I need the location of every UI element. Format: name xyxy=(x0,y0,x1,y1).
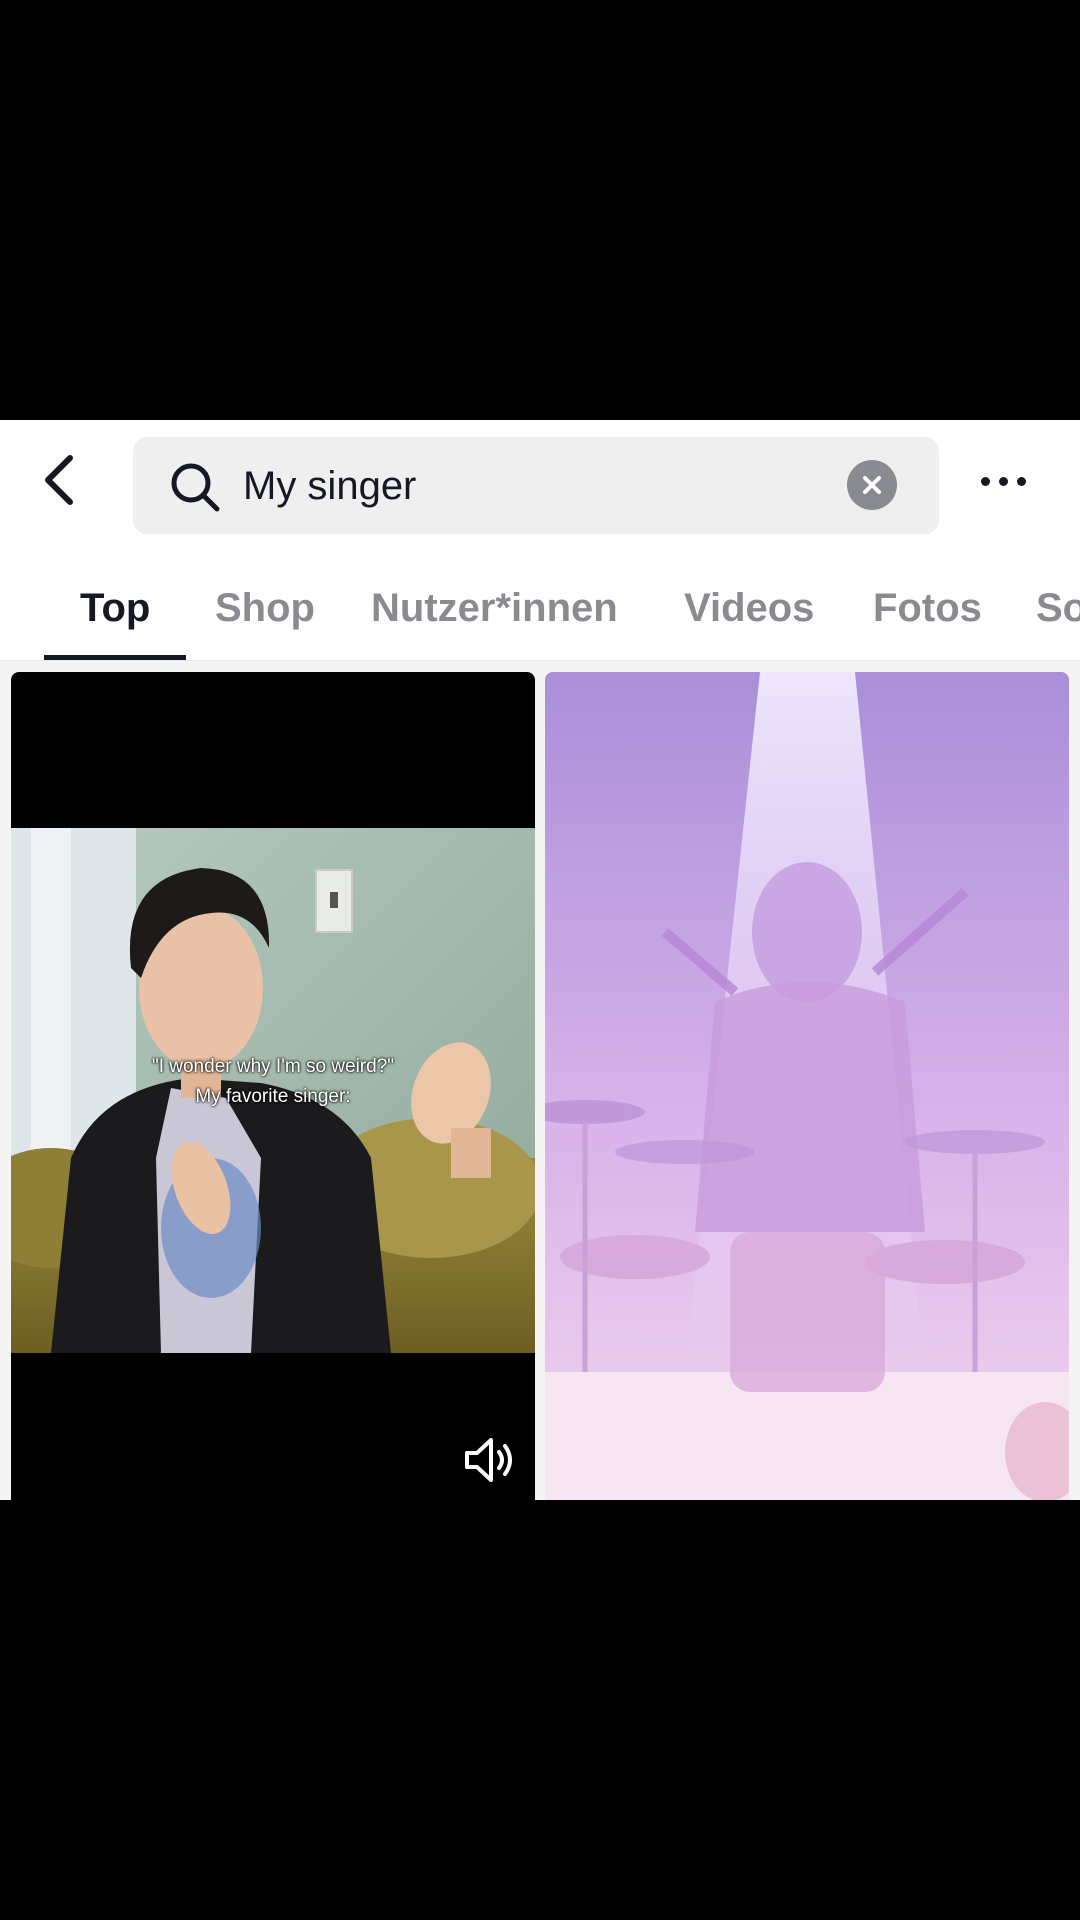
search-results-screen: My singer Top Shop Nutzer*innen Videos F… xyxy=(0,420,1080,1500)
video-result-card[interactable]: "I wonder why I'm so weird?" My favorite… xyxy=(11,672,535,1500)
tab-photos[interactable]: Fotos xyxy=(873,545,982,665)
tab-more-partial[interactable]: So xyxy=(1036,545,1080,665)
close-icon xyxy=(863,476,881,494)
search-icon xyxy=(171,463,220,512)
concert-stage-image xyxy=(545,672,1069,1500)
caption-line-2: My favorite singer: xyxy=(195,1086,351,1107)
clear-search-button[interactable] xyxy=(847,460,897,510)
results-grid: "I wonder why I'm so weird?" My favorite… xyxy=(0,661,1080,1500)
tab-shop[interactable]: Shop xyxy=(215,545,315,665)
video-result-card[interactable] xyxy=(545,672,1069,1500)
search-header: My singer xyxy=(0,420,1080,545)
caption-line-1: "I wonder why I'm so weird?" xyxy=(151,1056,395,1077)
more-horizontal-icon xyxy=(980,476,990,486)
back-button[interactable] xyxy=(30,450,90,510)
letterbox-top xyxy=(0,0,1080,420)
search-input[interactable]: My singer xyxy=(133,437,939,534)
tab-top[interactable]: Top xyxy=(80,545,150,665)
tab-videos[interactable]: Videos xyxy=(684,545,814,665)
result-tabs: Top Shop Nutzer*innen Videos Fotos So xyxy=(0,545,1080,665)
video-caption: "I wonder why I'm so weird?" My favorite… xyxy=(11,1052,535,1112)
chevron-left-icon xyxy=(45,455,73,505)
more-options-button[interactable] xyxy=(970,456,1036,506)
tab-users[interactable]: Nutzer*innen xyxy=(371,545,618,665)
search-query[interactable]: My singer xyxy=(243,461,416,511)
speaker-icon[interactable] xyxy=(461,1432,517,1488)
letterbox-bottom xyxy=(0,1500,1080,1920)
